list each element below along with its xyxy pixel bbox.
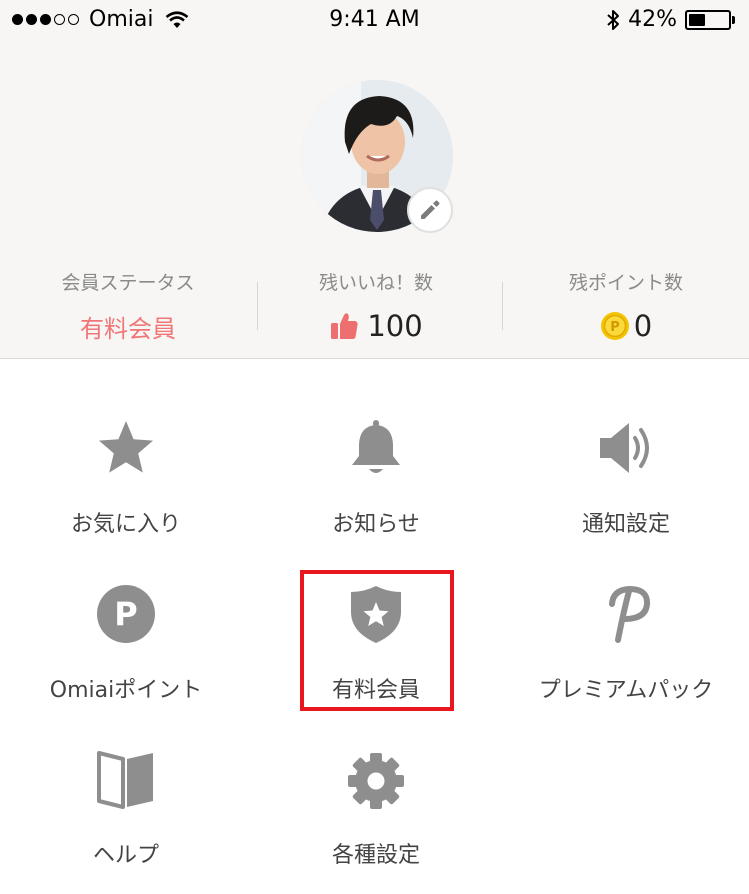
p-circle-icon: P: [97, 585, 155, 643]
stat-label: 会員ステータス: [61, 272, 195, 294]
bluetooth-icon: [607, 9, 620, 30]
stat-remaining-points: 残ポイント数 P 0: [501, 268, 749, 343]
stat-label: 残いいね！数: [318, 272, 433, 294]
svg-text:P: P: [610, 320, 620, 335]
remaining-likes-value: 100: [367, 309, 423, 343]
menu-label: Omiaiポイント: [49, 678, 203, 703]
menu-label: 通知設定: [581, 512, 670, 537]
menu-favorites[interactable]: お気に入り: [1, 418, 251, 558]
menu-label: ヘルプ: [92, 843, 159, 868]
menu-label: お知らせ: [332, 512, 420, 537]
menu-omiai-points[interactable]: P Omiaiポイント: [1, 584, 251, 724]
battery-icon: [685, 9, 731, 30]
battery-fill: [689, 13, 705, 26]
battery-percent: 42%: [628, 7, 677, 32]
thumbs-up-icon: [331, 313, 358, 339]
menu-premium-pack[interactable]: プレミアムパック: [501, 584, 749, 724]
stats-row: 会員ステータス 有料会員 残いいね！数 100 残ポイント数 P 0: [0, 268, 749, 348]
member-status-value: 有料会員: [80, 315, 176, 343]
stat-member-status: 会員ステータス 有料会員: [3, 268, 253, 344]
menu-notices[interactable]: お知らせ: [251, 418, 501, 558]
menu-label: プレミアムパック: [538, 678, 714, 703]
script-p-icon: [609, 585, 651, 643]
pencil-icon: [421, 200, 440, 219]
edit-profile-button[interactable]: [407, 187, 453, 233]
highlight-box: [300, 570, 454, 711]
book-icon: [97, 751, 153, 809]
speaker-icon: [600, 423, 649, 473]
star-icon: [99, 421, 153, 473]
menu-notification-settings[interactable]: 通知設定: [501, 418, 749, 558]
status-bar: Omiai 9:41 AM 42%: [0, 0, 749, 42]
menu-help[interactable]: ヘルプ: [1, 749, 251, 889]
status-right: 42%: [606, 7, 735, 32]
svg-text:P: P: [114, 595, 137, 633]
gear-icon: [348, 753, 404, 809]
bell-icon: [352, 420, 400, 473]
coin-icon: P: [600, 312, 629, 340]
menu-settings[interactable]: 各種設定: [251, 749, 501, 889]
menu-label: 各種設定: [331, 843, 420, 868]
stat-label: 残ポイント数: [568, 272, 683, 294]
menu-label: お気に入り: [70, 512, 181, 537]
remaining-points-value: 0: [633, 309, 653, 343]
stat-remaining-likes: 残いいね！数 100: [251, 268, 501, 343]
profile-header: 会員ステータス 有料会員 残いいね！数 100 残ポイント数 P 0: [0, 42, 749, 359]
